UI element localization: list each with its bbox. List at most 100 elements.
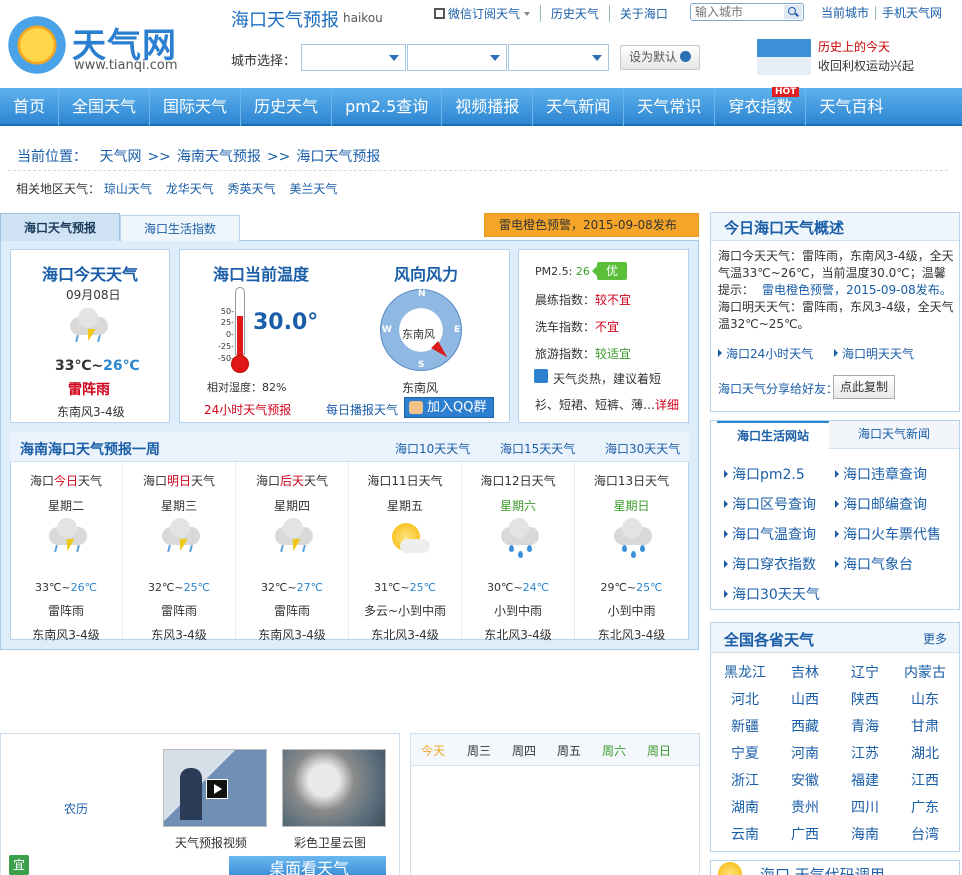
- nav-history[interactable]: 历史天气: [241, 88, 333, 126]
- desktop-weather-button[interactable]: 桌面看天气: [229, 856, 386, 875]
- breadcrumb-item[interactable]: 海南天气预报: [177, 149, 261, 165]
- 24h-weather-link[interactable]: 海口24小时天气: [718, 345, 813, 362]
- province-link[interactable]: 甘肃: [895, 716, 955, 736]
- wechat-subscribe-link[interactable]: 微信订阅天气: [424, 4, 541, 22]
- morning-exercise-index[interactable]: 晨练指数：较不宜: [535, 291, 631, 308]
- district-select[interactable]: [508, 44, 609, 71]
- about-city-link[interactable]: 关于海口: [610, 5, 678, 22]
- detail-link[interactable]: 详细: [655, 396, 679, 413]
- province-link[interactable]: 江苏: [835, 743, 895, 763]
- city-select[interactable]: [407, 44, 507, 71]
- province-link[interactable]: 江西: [895, 770, 955, 790]
- province-link[interactable]: 广西: [775, 824, 835, 844]
- weather-warning[interactable]: 雷电橙色预警，2015-09-08发布: [484, 213, 699, 237]
- 24h-forecast-link[interactable]: 24小时天气预报: [204, 401, 291, 418]
- province-link[interactable]: 湖北: [895, 743, 955, 763]
- life-link[interactable]: 海口气象台: [835, 554, 913, 574]
- tab-life-sites[interactable]: 海口生活网站: [717, 421, 829, 449]
- history-weather-link[interactable]: 历史天气: [541, 4, 610, 22]
- life-link[interactable]: 海口穿衣指数: [724, 554, 816, 574]
- day-forecast[interactable]: 海口今日天气 星期二 33℃~26℃ 雷阵雨 东南风3-4级: [10, 463, 123, 642]
- copy-button[interactable]: 点此复制: [833, 375, 895, 399]
- satellite-thumbnail[interactable]: [282, 749, 386, 827]
- day-tab[interactable]: 周四: [512, 742, 536, 759]
- day-tab-today[interactable]: 今天: [421, 742, 445, 759]
- day-forecast[interactable]: 海口后天天气 星期四 32℃~27℃ 雷阵雨 东南风3-4级: [236, 463, 349, 642]
- nav-video[interactable]: 视频播报: [442, 88, 534, 126]
- day-tab[interactable]: 周三: [467, 742, 491, 759]
- history-today-text[interactable]: 收回利权运动兴起: [818, 57, 914, 74]
- satellite-caption[interactable]: 彩色卫星云图: [294, 834, 366, 851]
- travel-index[interactable]: 旅游指数：较适宜: [535, 345, 631, 362]
- logo-sun-icon[interactable]: [6, 14, 68, 76]
- nav-home[interactable]: 首页: [0, 88, 60, 126]
- tab-life-index[interactable]: 海口生活指数: [120, 215, 240, 241]
- nav-encyclopedia[interactable]: 天气百科: [806, 88, 896, 126]
- nav-national[interactable]: 全国天气: [59, 88, 151, 126]
- overview-warning[interactable]: 雷电橙色预警，2015-09-08发布。: [754, 283, 952, 297]
- life-link[interactable]: 海口区号查询: [724, 494, 816, 514]
- nav-pm25[interactable]: pm2.5查询: [332, 88, 443, 126]
- province-link[interactable]: 云南: [715, 824, 775, 844]
- related-link[interactable]: 美兰天气: [289, 182, 337, 196]
- breadcrumb-item[interactable]: 天气网: [99, 149, 141, 165]
- daily-broadcast-link[interactable]: 每日播报天气: [326, 401, 398, 418]
- life-link[interactable]: 海口30天天气: [724, 584, 820, 604]
- province-link[interactable]: 内蒙古: [895, 662, 955, 682]
- province-link[interactable]: 吉林: [775, 662, 835, 682]
- search-icon[interactable]: [784, 5, 802, 19]
- province-link[interactable]: 山东: [895, 689, 955, 709]
- day-forecast[interactable]: 海口明日天气 星期三 32℃~25℃ 雷阵雨 东风3-4级: [123, 463, 236, 642]
- province-link[interactable]: 宁夏: [715, 743, 775, 763]
- more-link[interactable]: 更多: [923, 630, 947, 647]
- day-tab[interactable]: 周六: [602, 742, 626, 759]
- province-link[interactable]: 浙江: [715, 770, 775, 790]
- join-qq-group-button[interactable]: 加入QQ群: [404, 397, 494, 418]
- nav-dressing[interactable]: 穿衣指数 HOT: [715, 87, 807, 126]
- tab-forecast[interactable]: 海口天气预报: [0, 213, 120, 241]
- province-link[interactable]: 湖南: [715, 797, 775, 817]
- province-link[interactable]: 河南: [775, 743, 835, 763]
- related-link[interactable]: 龙华天气: [166, 182, 214, 196]
- province-link[interactable]: 福建: [835, 770, 895, 790]
- province-link[interactable]: 辽宁: [835, 662, 895, 682]
- province-link[interactable]: 青海: [835, 716, 895, 736]
- province-link[interactable]: 山西: [775, 689, 835, 709]
- tab-weather-news[interactable]: 海口天气新闻: [829, 421, 959, 449]
- search-input[interactable]: [691, 4, 781, 20]
- 30day-link[interactable]: 海口30天天气: [605, 440, 680, 457]
- day-forecast[interactable]: 海口12日天气 星期六 30℃~24℃ 小到中雨 东北风3-4级: [462, 463, 575, 642]
- day-forecast[interactable]: 海口11日天气 星期五 31℃~25℃ 多云~小到中雨 东北风3-4级: [349, 463, 462, 642]
- nav-knowledge[interactable]: 天气常识: [624, 88, 716, 126]
- province-link[interactable]: 陕西: [835, 689, 895, 709]
- 10day-link[interactable]: 海口10天天气: [395, 440, 470, 457]
- tomorrow-weather-link[interactable]: 海口明天天气: [834, 345, 914, 362]
- current-city-link[interactable]: 当前城市: [815, 6, 875, 20]
- day-tab[interactable]: 周五: [557, 742, 581, 759]
- breadcrumb-item[interactable]: 海口天气预报: [296, 149, 380, 165]
- province-link[interactable]: 河北: [715, 689, 775, 709]
- province-link[interactable]: 台湾: [895, 824, 955, 844]
- life-link[interactable]: 海口气温查询: [724, 524, 816, 544]
- day-forecast[interactable]: 海口13日天气 星期日 29℃~25℃ 小到中雨 东北风3-4级: [575, 463, 688, 642]
- life-link[interactable]: 海口邮编查询: [835, 494, 927, 514]
- history-thumbnail[interactable]: [757, 39, 811, 75]
- car-wash-index[interactable]: 洗车指数：不宜: [535, 318, 619, 335]
- set-default-button[interactable]: 设为默认: [620, 45, 700, 70]
- video-caption[interactable]: 天气预报视频: [175, 834, 247, 851]
- province-link[interactable]: 黑龙江: [715, 662, 775, 682]
- mobile-site-link[interactable]: 手机天气网: [875, 6, 949, 20]
- 15day-link[interactable]: 海口15天天气: [500, 440, 575, 457]
- province-link[interactable]: 安徽: [775, 770, 835, 790]
- related-link[interactable]: 琼山天气: [104, 182, 152, 196]
- related-link[interactable]: 秀英天气: [228, 182, 276, 196]
- day-tab[interactable]: 周日: [647, 742, 671, 759]
- history-today-title[interactable]: 历史上的今天: [818, 38, 890, 55]
- nav-international[interactable]: 国际天气: [150, 88, 242, 126]
- province-link[interactable]: 广东: [895, 797, 955, 817]
- province-link[interactable]: 四川: [835, 797, 895, 817]
- province-link[interactable]: 新疆: [715, 716, 775, 736]
- nav-news[interactable]: 天气新闻: [533, 88, 625, 126]
- life-link[interactable]: 海口pm2.5: [724, 464, 805, 484]
- life-link[interactable]: 海口违章查询: [835, 464, 927, 484]
